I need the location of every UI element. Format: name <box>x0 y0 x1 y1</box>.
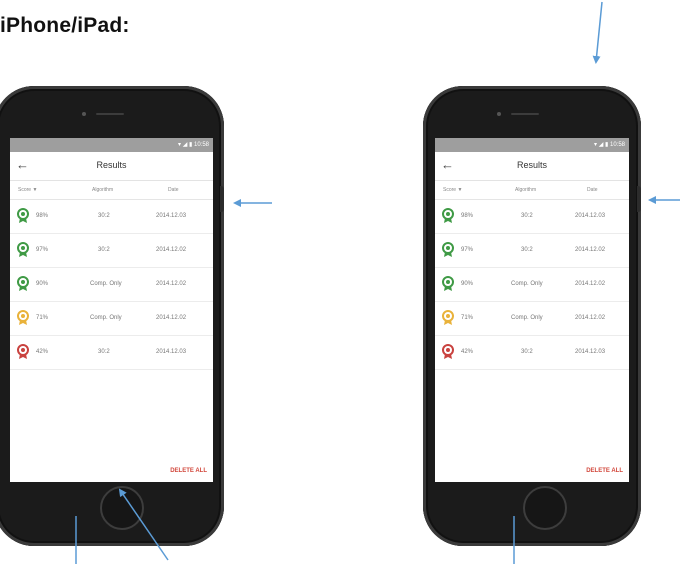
red-award-icon <box>442 344 454 359</box>
status-bar: ▾ ◢ ▮ 10:58 <box>435 138 629 152</box>
green-award-icon <box>17 208 29 223</box>
result-date: 2014.12.03 <box>575 213 606 219</box>
result-score: 71% <box>36 315 49 321</box>
home-button[interactable] <box>523 486 567 530</box>
status-bar: ▾ ◢ ▮ 10:58 <box>10 138 213 152</box>
result-row[interactable]: 90% Comp. Only 2014.12.02 <box>10 268 213 302</box>
earpiece-speaker <box>511 113 539 115</box>
front-camera <box>497 112 501 116</box>
result-algorithm: Comp. Only <box>511 315 543 321</box>
result-algorithm: Comp. Only <box>511 281 543 287</box>
screen-title: Results <box>96 160 127 170</box>
app-bar: ← Results <box>435 152 629 181</box>
result-date: 2014.12.02 <box>575 247 606 253</box>
yellow-award-icon <box>17 310 29 325</box>
result-algorithm: 30:2 <box>521 349 533 355</box>
screen-title: Results <box>516 160 547 170</box>
results-list: 98% 30:2 2014.12.03 97% 30:2 2014.12.02 … <box>435 200 629 370</box>
phone-left: ▾ ◢ ▮ 10:58 ← Results Score ▼ Algorithm … <box>0 86 224 546</box>
column-score-sort[interactable]: Score ▼ <box>18 187 37 193</box>
earpiece-speaker <box>96 113 124 115</box>
result-algorithm: 30:2 <box>98 247 110 253</box>
green-award-icon <box>442 208 454 223</box>
result-score: 98% <box>461 213 474 219</box>
result-row[interactable]: 42% 30:2 2014.12.03 <box>435 336 629 370</box>
front-camera <box>82 112 86 116</box>
column-score-sort[interactable]: Score ▼ <box>443 187 462 193</box>
green-award-icon <box>17 242 29 257</box>
result-row[interactable]: 90% Comp. Only 2014.12.02 <box>435 268 629 302</box>
result-row[interactable]: 42% 30:2 2014.12.03 <box>10 336 213 370</box>
result-row[interactable]: 98% 30:2 2014.12.03 <box>10 200 213 234</box>
result-date: 2014.12.02 <box>575 315 606 321</box>
column-algorithm: Algorithm <box>515 187 537 193</box>
result-row[interactable]: 71% Comp. Only 2014.12.02 <box>10 302 213 336</box>
column-algorithm: Algorithm <box>92 187 114 193</box>
result-algorithm: Comp. Only <box>90 315 122 321</box>
side-button[interactable] <box>220 186 224 212</box>
green-award-icon <box>442 276 454 291</box>
result-row[interactable]: 98% 30:2 2014.12.03 <box>435 200 629 234</box>
home-button[interactable] <box>100 486 144 530</box>
yellow-award-icon <box>442 310 454 325</box>
result-score: 97% <box>461 247 474 253</box>
phone-screen: ▾ ◢ ▮ 10:58 ← Results Score ▼ Algorithm … <box>10 138 213 482</box>
green-award-icon <box>442 242 454 257</box>
delete-all-button[interactable]: DELETE ALL <box>170 468 207 474</box>
result-row[interactable]: 71% Comp. Only 2014.12.02 <box>435 302 629 336</box>
red-award-icon <box>17 344 29 359</box>
result-score: 98% <box>36 213 49 219</box>
column-headers: Score ▼ Algorithm Date <box>435 181 629 200</box>
result-date: 2014.12.02 <box>575 281 606 287</box>
result-date: 2014.12.02 <box>156 281 187 287</box>
result-algorithm: 30:2 <box>98 349 110 355</box>
result-score: 90% <box>36 281 49 287</box>
result-score: 97% <box>36 247 49 253</box>
column-headers: Score ▼ Algorithm Date <box>10 181 213 200</box>
side-button[interactable] <box>637 186 641 212</box>
phone-right: ▾ ◢ ▮ 10:58 ← Results Score ▼ Algorithm … <box>423 86 641 546</box>
page-heading: iPhone/iPad: <box>0 14 130 37</box>
app-bar: ← Results <box>10 152 213 181</box>
result-algorithm: 30:2 <box>521 213 533 219</box>
result-score: 90% <box>461 281 474 287</box>
delete-all-button[interactable]: DELETE ALL <box>586 468 623 474</box>
arrow-to-top-button <box>592 1 603 64</box>
result-score: 71% <box>461 315 474 321</box>
result-algorithm: Comp. Only <box>90 281 122 287</box>
result-row[interactable]: 97% 30:2 2014.12.02 <box>435 234 629 268</box>
result-algorithm: 30:2 <box>98 213 110 219</box>
results-list: 98% 30:2 2014.12.03 97% 30:2 2014.12.02 … <box>10 200 213 370</box>
phone-screen: ▾ ◢ ▮ 10:58 ← Results Score ▼ Algorithm … <box>435 138 629 482</box>
column-date: Date <box>168 187 179 193</box>
result-date: 2014.12.03 <box>156 213 187 219</box>
result-date: 2014.12.03 <box>156 349 187 355</box>
result-date: 2014.12.02 <box>156 315 187 321</box>
green-award-icon <box>17 276 29 291</box>
result-date: 2014.12.03 <box>575 349 606 355</box>
result-algorithm: 30:2 <box>521 247 533 253</box>
result-date: 2014.12.02 <box>156 247 187 253</box>
result-score: 42% <box>36 349 49 355</box>
result-row[interactable]: 97% 30:2 2014.12.02 <box>10 234 213 268</box>
column-date: Date <box>587 187 598 193</box>
result-score: 42% <box>461 349 474 355</box>
